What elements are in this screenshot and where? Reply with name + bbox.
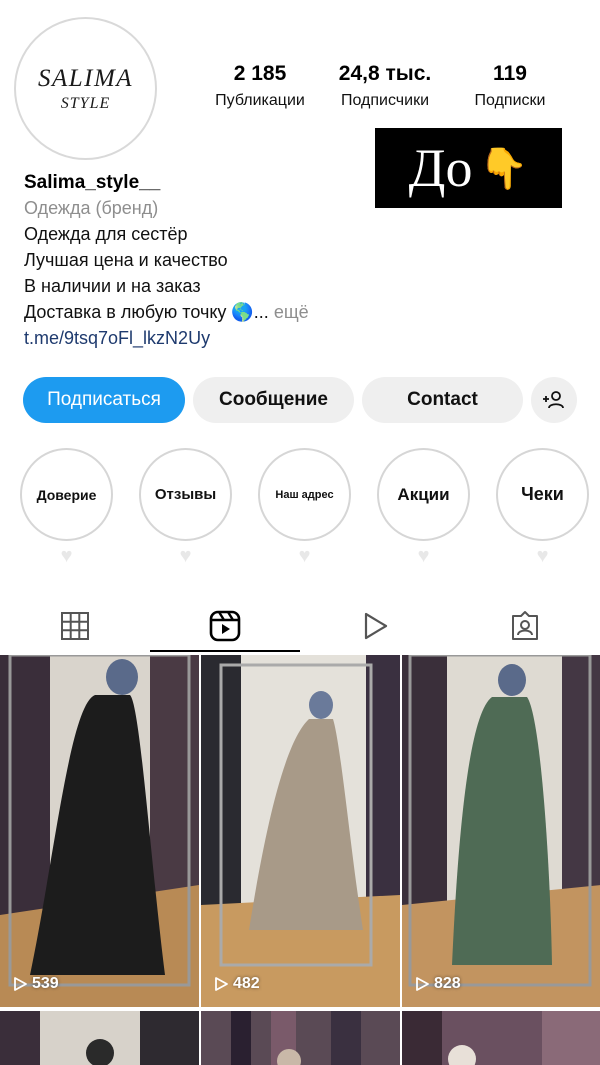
reel-thumbnail[interactable] (201, 1011, 400, 1065)
tab-posts-grid[interactable] (0, 598, 150, 654)
contact-button[interactable]: Contact (362, 377, 523, 423)
highlight-item[interactable]: Доверие ♥ (20, 448, 113, 568)
highlight-item[interactable]: Чеки ♥ (496, 448, 589, 568)
play-icon (215, 977, 228, 991)
reel-image (402, 1011, 600, 1065)
add-person-icon (543, 391, 564, 409)
follow-button[interactable]: Подписаться (23, 377, 185, 423)
add-person-button[interactable] (531, 377, 577, 423)
stat-following[interactable]: 119 Подписки (460, 62, 560, 110)
highlight-circle: Наш адрес (258, 448, 351, 541)
reel-image (0, 1011, 199, 1065)
highlight-circle: Отзывы (139, 448, 232, 541)
views-value: 482 (233, 975, 260, 992)
highlight-item[interactable]: Наш адрес ♥ (258, 448, 351, 568)
bio-line: В наличии и на заказ (24, 276, 201, 296)
highlight-item[interactable]: Отзывы ♥ (139, 448, 232, 568)
reel-image (402, 655, 600, 1007)
views-value: 539 (32, 975, 59, 992)
reel-image (0, 655, 199, 1007)
profile-category: Одежда (бренд) (24, 198, 159, 218)
tab-videos[interactable] (300, 598, 450, 654)
stat-posts[interactable]: 2 185 Публикации (210, 62, 310, 110)
heart-icon: ♥ (60, 545, 73, 567)
play-icon (364, 612, 388, 640)
reel-thumbnail[interactable] (402, 1011, 600, 1065)
promo-image: До 👇 (375, 128, 562, 208)
play-icon (416, 977, 429, 991)
stat-posts-label: Публикации (215, 92, 305, 109)
heart-icon: ♥ (417, 545, 430, 567)
reel-thumbnail[interactable]: 539 (0, 655, 199, 1007)
posts-grid: 539 482 828 (0, 655, 600, 1065)
stat-following-label: Подписки (474, 92, 546, 109)
profile-link[interactable]: t.me/9tsq7oFl_lkzN2Uy (24, 328, 384, 354)
highlight-item[interactable]: Акции ♥ (377, 448, 470, 568)
stat-followers[interactable]: 24,8 тыс. Подписчики (335, 62, 435, 110)
highlight-circle: Акции (377, 448, 470, 541)
tab-tagged[interactable] (450, 598, 600, 654)
profile-actions: Подписаться Сообщение Contact (23, 377, 600, 423)
bio-line-text: Доставка в любую точку 🌎... (24, 302, 269, 322)
stat-followers-value: 24,8 тыс. (338, 62, 432, 85)
reel-view-count: 482 (213, 975, 260, 993)
heart-icon: ♥ (179, 545, 192, 567)
reel-thumbnail[interactable]: 482 (201, 655, 400, 1007)
reel-image (201, 655, 400, 1007)
stat-posts-value: 2 185 (233, 62, 287, 85)
heart-icon: ♥ (536, 545, 549, 567)
tab-reels[interactable] (150, 598, 300, 654)
avatar-brand-subtitle: STYLE (60, 94, 111, 112)
bio-more-link[interactable]: ещё (274, 302, 309, 322)
reel-view-count: 539 (12, 975, 59, 993)
grid-icon (61, 612, 89, 640)
views-value: 828 (434, 975, 461, 992)
promo-text: До (408, 138, 473, 198)
stat-followers-label: Подписчики (340, 92, 429, 109)
reel-view-count: 828 (414, 975, 461, 993)
reel-image (201, 1011, 400, 1065)
profile-tabs (0, 598, 600, 654)
active-tab-indicator (150, 650, 300, 652)
profile-username: Salima_style__ (24, 172, 161, 193)
bio-line: Одежда для сестёр (24, 224, 188, 244)
story-highlights: Доверие ♥ Отзывы ♥ Наш адрес ♥ Акции ♥ Ч… (20, 448, 590, 568)
heart-icon: ♥ (298, 545, 311, 567)
bio-line: Лучшая цена и качество (24, 250, 228, 270)
bio-line-last: Доставка в любую точку 🌎... ещё (24, 302, 384, 328)
avatar-brand-name: SALIMA (37, 64, 134, 92)
stat-following-value: 119 (493, 62, 527, 85)
message-button[interactable]: Сообщение (193, 377, 354, 423)
tagged-icon (512, 611, 538, 640)
play-icon (14, 977, 27, 991)
pointing-down-icon: 👇 (478, 146, 529, 191)
highlight-circle: Доверие (20, 448, 113, 541)
reel-thumbnail[interactable] (0, 1011, 199, 1065)
profile-bio: Salima_style__ Одежда (бренд) Одежда для… (24, 172, 384, 354)
highlight-circle: Чеки (496, 448, 589, 541)
reels-icon (209, 610, 241, 642)
reel-thumbnail[interactable]: 828 (402, 655, 600, 1007)
profile-avatar[interactable]: SALIMA STYLE (14, 17, 157, 160)
profile-stats: 2 185 Публикации 24,8 тыс. Подписчики 11… (210, 62, 560, 110)
